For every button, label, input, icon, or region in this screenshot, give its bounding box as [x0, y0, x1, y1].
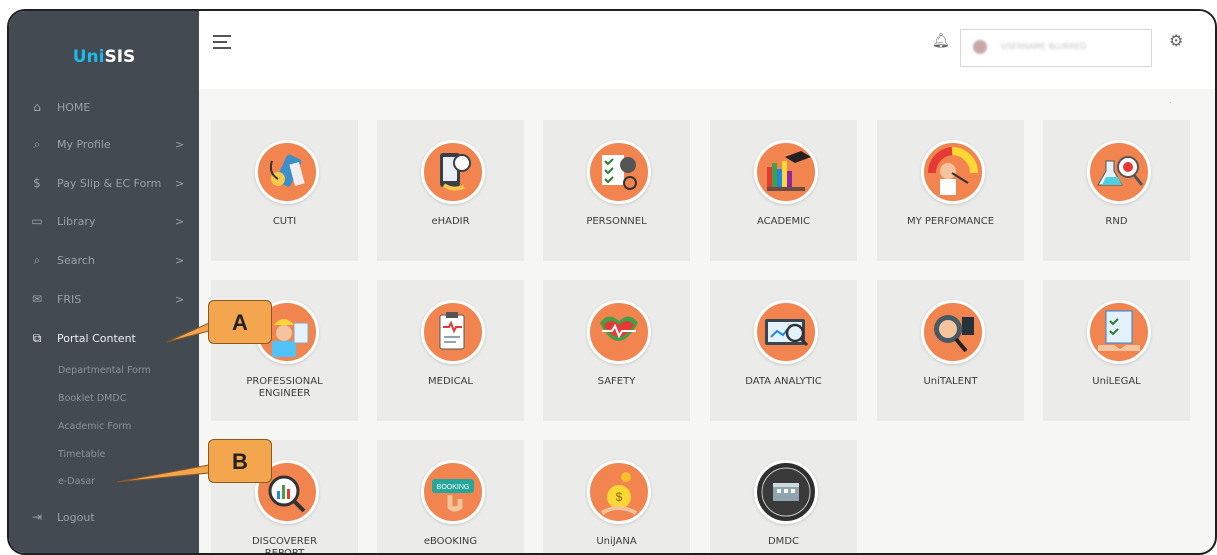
tile-my-perfomance[interactable]: MY PERFOMANCE: [877, 120, 1024, 261]
gear-icon[interactable]: ⚙: [1169, 31, 1183, 50]
tile-label: UniLEGAL: [1092, 376, 1141, 387]
sidebar-item-home[interactable]: ⌂ HOME: [9, 96, 199, 118]
username: USERNAME BLURRED: [1001, 42, 1087, 51]
dollar-icon: $: [33, 176, 41, 190]
tile-dmdc[interactable]: DMDC: [710, 440, 857, 553]
sidebar-subitem-timetable[interactable]: Timetable: [58, 449, 105, 460]
tile-label: eHADIR: [431, 216, 470, 227]
tile-label: UniJANA: [596, 536, 637, 547]
svg-text:BOOKING: BOOKING: [437, 484, 470, 491]
performance-gauge-icon: [921, 140, 985, 204]
copy-icon: ⧉: [32, 330, 42, 345]
chevron-right-icon: >: [175, 176, 185, 190]
search-icon: ⌕: [33, 136, 41, 151]
money-bag-icon: $: [587, 460, 651, 524]
heart-shield-icon: [587, 300, 651, 364]
tile-label: ACADEMIC: [756, 216, 811, 227]
chevron-right-icon: >: [175, 137, 185, 151]
callout-b: B: [208, 439, 272, 483]
tile-cuti[interactable]: CUTI: [211, 120, 358, 261]
home-icon: ⌂: [33, 100, 41, 114]
sidebar-subitem-departmental-form[interactable]: Departmental Form: [58, 365, 151, 376]
hamburger-menu-icon[interactable]: [213, 35, 231, 53]
sidebar-item-pay-slip[interactable]: $ Pay Slip & EC Form >: [9, 172, 199, 194]
app-logo[interactable]: UniSIS: [9, 47, 199, 67]
tile-ehadir[interactable]: eHADIR: [377, 120, 524, 261]
tile-label: PERSONNEL: [586, 216, 647, 227]
decorative-dot: .: [1169, 96, 1172, 105]
medical-tools-icon: [255, 140, 319, 204]
sidebar-subitem-academic-form[interactable]: Academic Form: [58, 421, 131, 432]
sidebar-item-library[interactable]: ▭ Library >: [9, 210, 199, 232]
sidebar-subitem-e-dasar[interactable]: e-Dasar: [58, 476, 95, 487]
checklist-icon: [587, 140, 651, 204]
sidebar-item-portal-content[interactable]: ⧉ Portal Content: [9, 327, 199, 349]
talent-search-icon: [921, 300, 985, 364]
tile-label: PROFESSIONAL ENGINEER: [246, 376, 323, 399]
callout-a: A: [208, 300, 272, 344]
analytics-icon: [754, 300, 818, 364]
clipboard-icon: [421, 300, 485, 364]
svg-text:$: $: [616, 490, 623, 504]
tile-medical[interactable]: MEDICAL: [377, 280, 524, 421]
sidebar-item-my-profile[interactable]: ⌕ My Profile >: [9, 133, 199, 155]
tile-unijana[interactable]: $ UniJANA: [543, 440, 690, 553]
user-profile-box[interactable]: USERNAME BLURRED: [960, 29, 1152, 67]
tile-safety[interactable]: SAFETY: [543, 280, 690, 421]
logout-icon: ⇥: [31, 510, 43, 524]
tile-label: DISCOVERER REPORT: [251, 536, 318, 555]
app-window: UniSIS ⌂ HOME ⌕ My Profile > $ Pay Slip …: [7, 9, 1217, 555]
top-bar: 🔔︎ USERNAME BLURRED ⚙: [199, 11, 1215, 89]
avatar: [973, 40, 987, 54]
tile-label: DMDC: [767, 536, 799, 547]
search-icon: ⌕: [33, 252, 41, 267]
tile-label: MY PERFOMANCE: [906, 216, 995, 227]
tile-data-analytic[interactable]: DATA ANALYTIC: [710, 280, 857, 421]
chevron-right-icon: >: [175, 292, 185, 306]
tile-unitalent[interactable]: UniTALENT: [877, 280, 1024, 421]
research-flask-icon: [1087, 140, 1151, 204]
legal-handshake-icon: [1087, 300, 1151, 364]
tile-unilegal[interactable]: UniLEGAL: [1043, 280, 1190, 421]
tile-academic[interactable]: ACADEMIC: [710, 120, 857, 261]
sidebar-subitem-booklet-dmdc[interactable]: Booklet DMDC: [58, 393, 126, 404]
sidebar: UniSIS ⌂ HOME ⌕ My Profile > $ Pay Slip …: [9, 11, 199, 553]
tile-label: UniTALENT: [923, 376, 978, 387]
tile-label: DATA ANALYTIC: [745, 376, 822, 387]
bell-icon[interactable]: 🔔︎: [932, 33, 950, 49]
fingerprint-icon: [421, 140, 485, 204]
tile-ebooking[interactable]: BOOKING eBOOKING: [377, 440, 524, 553]
book-icon: ▭: [31, 214, 43, 228]
chevron-right-icon: >: [175, 253, 185, 267]
sidebar-item-logout[interactable]: ⇥ Logout: [9, 506, 199, 528]
tile-label: SAFETY: [597, 376, 636, 387]
mail-icon: ✉: [31, 292, 43, 306]
tile-label: eBOOKING: [423, 536, 478, 547]
chevron-right-icon: >: [175, 214, 185, 228]
tile-rnd[interactable]: RND: [1043, 120, 1190, 261]
tile-label: RND: [1105, 216, 1128, 227]
building-seal-icon: [754, 460, 818, 524]
booking-icon: BOOKING: [421, 460, 485, 524]
tile-personnel[interactable]: PERSONNEL: [543, 120, 690, 261]
tile-label: MEDICAL: [428, 376, 473, 387]
sidebar-item-fris[interactable]: ✉ FRIS >: [9, 288, 199, 310]
sidebar-item-search[interactable]: ⌕ Search >: [9, 249, 199, 271]
tile-label: CUTI: [272, 216, 297, 227]
graduation-cap-icon: [754, 140, 818, 204]
